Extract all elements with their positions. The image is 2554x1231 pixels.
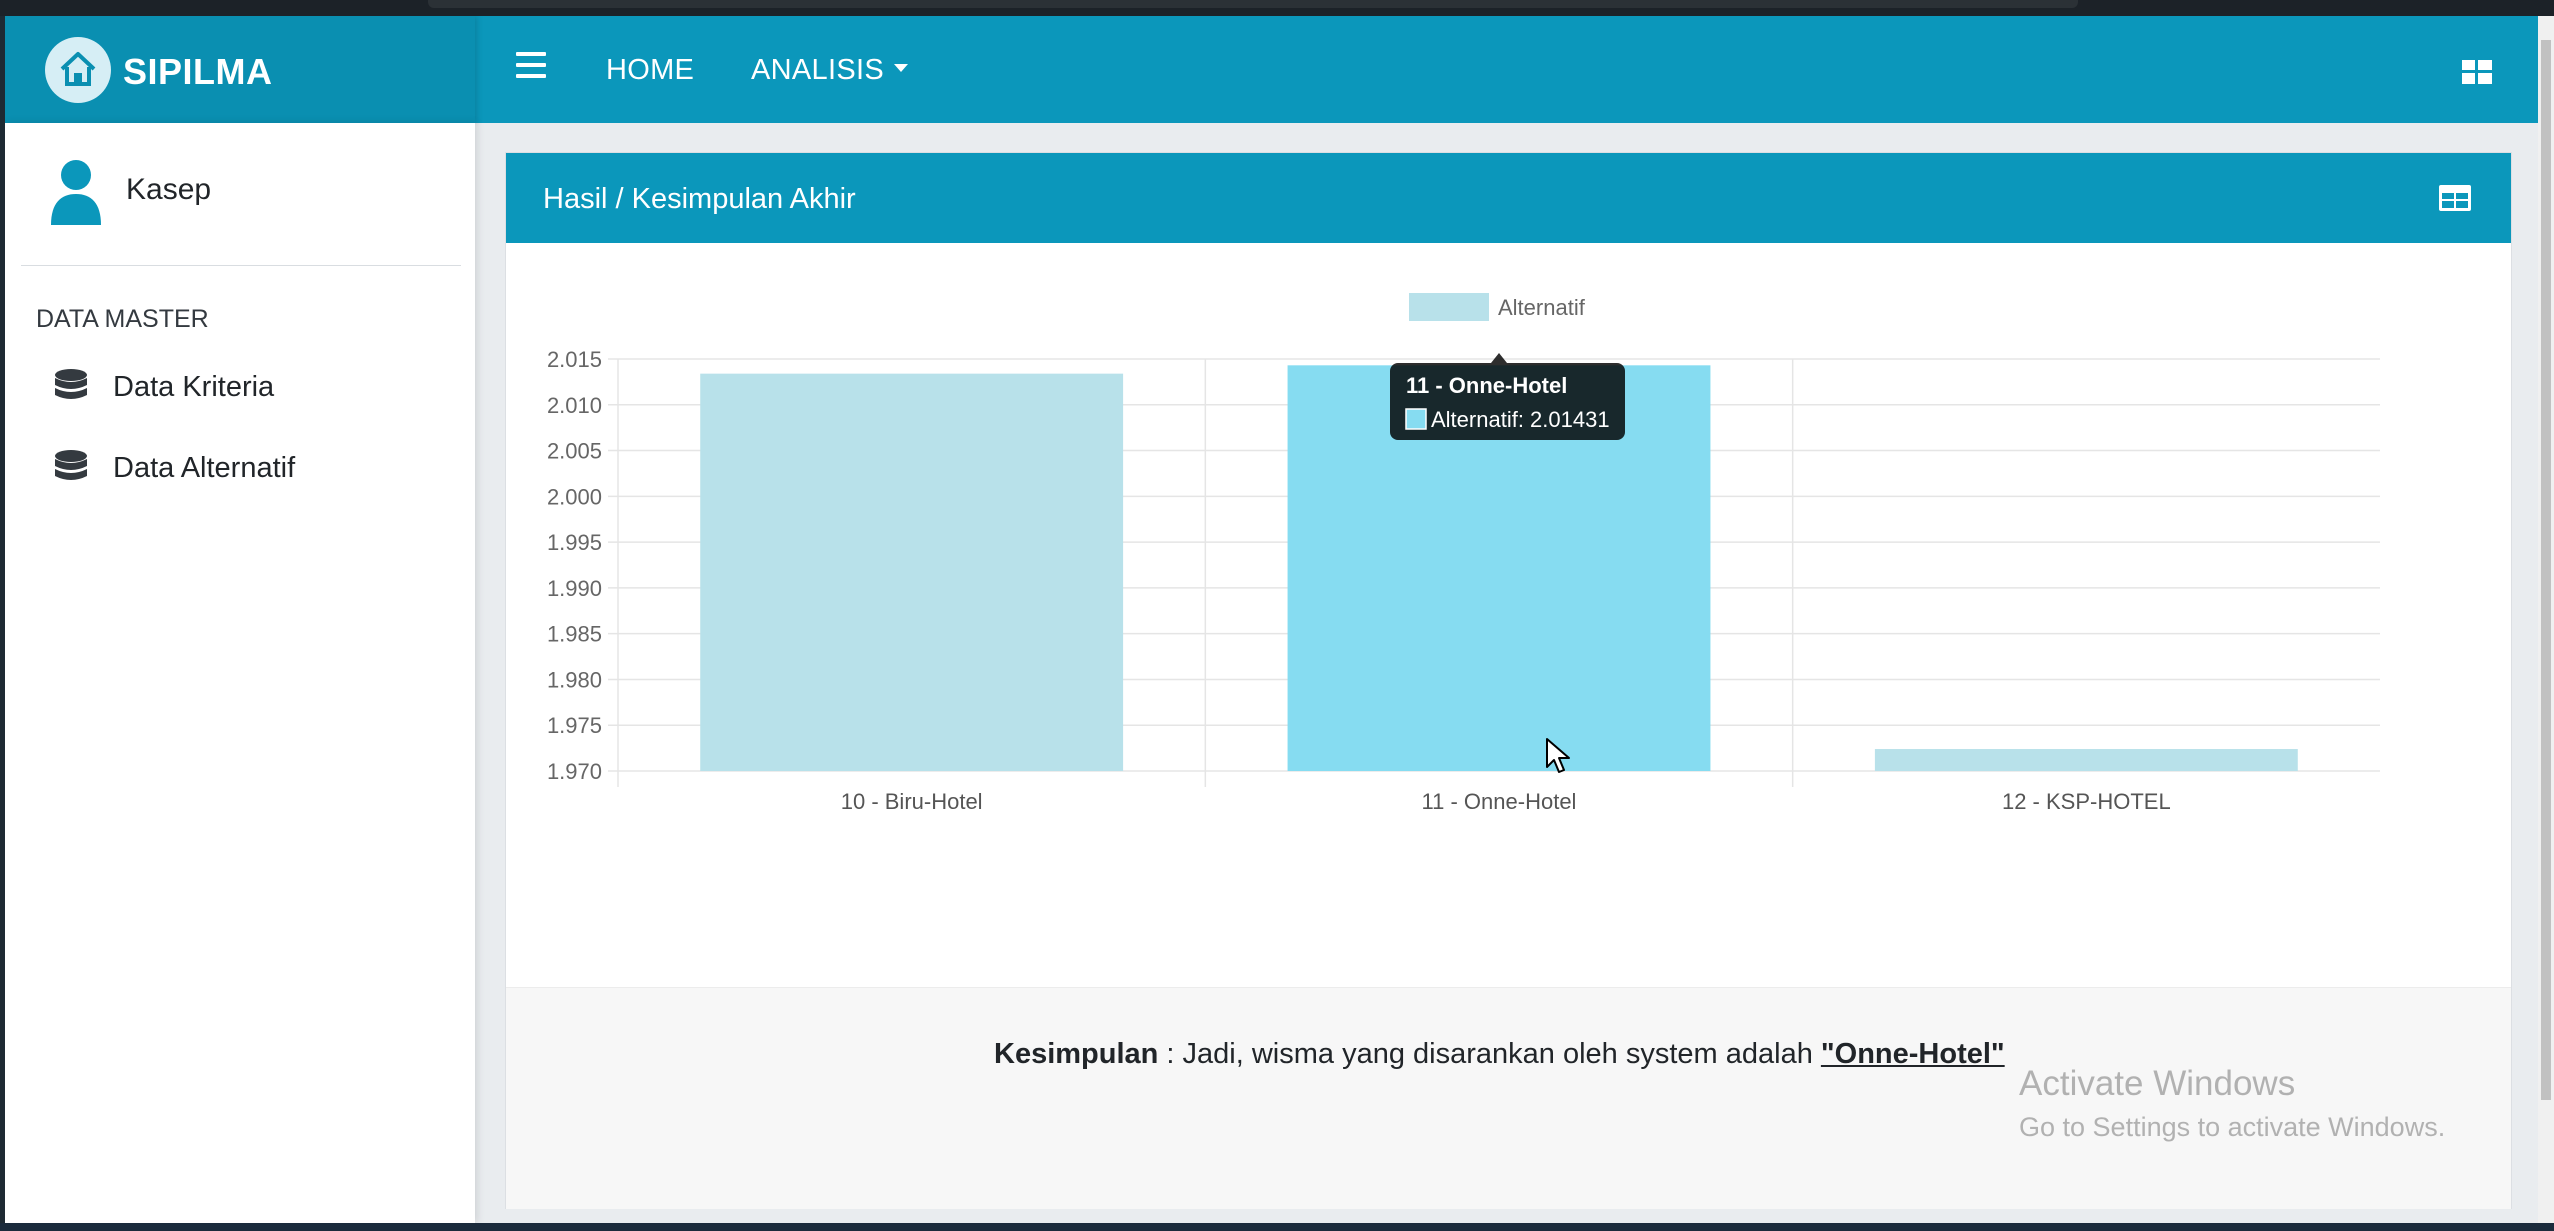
y-tick-label: 1.970 xyxy=(547,759,602,784)
y-tick-label: 2.000 xyxy=(547,484,602,509)
scrollbar-thumb[interactable] xyxy=(2541,40,2551,1100)
tooltip-body: Alternatif: 2.01431 xyxy=(1431,407,1610,432)
taskbar-strip xyxy=(0,1223,2554,1231)
x-tick-label: 11 - Onne-Hotel xyxy=(1422,789,1577,814)
browser-bar xyxy=(428,0,2078,8)
user-name[interactable]: Kasep xyxy=(126,173,211,207)
home-logo-icon xyxy=(45,37,111,103)
legend-label: Alternatif xyxy=(1498,295,1586,320)
sidebar-item-label: Data Kriteria xyxy=(113,371,275,403)
screen-top-strip xyxy=(0,0,2554,16)
legend-swatch xyxy=(1409,293,1489,321)
y-tick-label: 1.975 xyxy=(547,713,602,738)
y-tick-label: 2.015 xyxy=(547,347,602,372)
mouse-cursor-icon xyxy=(1546,738,1570,773)
result-card: Hasil / Kesimpulan Akhir 1.970 1.975 1.980… xyxy=(505,152,2512,1209)
y-tick-label: 2.005 xyxy=(547,439,602,464)
y-tick-label: 2.010 xyxy=(547,393,602,418)
top-navbar: SIPILMA HOME ANALISIS xyxy=(5,16,2538,123)
sidebar-heading: DATA MASTER xyxy=(36,305,209,333)
nav-analisis-dropdown[interactable]: ANALISIS xyxy=(751,54,908,87)
table-icon[interactable] xyxy=(2439,185,2471,211)
watermark-title: Activate Windows xyxy=(2019,1064,2296,1103)
database-icon xyxy=(55,369,87,399)
user-avatar-icon xyxy=(49,159,103,230)
x-tick-label: 10 - Biru-Hotel xyxy=(841,789,983,814)
nav-home-link[interactable]: HOME xyxy=(606,54,694,87)
database-icon xyxy=(55,450,87,480)
x-tick-label: 12 - KSP-HOTEL xyxy=(2002,789,2171,814)
conclusion-label: Kesimpulan xyxy=(994,1038,1159,1070)
conclusion-text: Kesimpulan : Jadi, wisma yang disarankan… xyxy=(994,1038,2005,1071)
tooltip-swatch xyxy=(1405,408,1427,430)
grid-layout-icon[interactable] xyxy=(2462,60,2492,84)
y-tick-label: 1.995 xyxy=(547,530,602,555)
card-title: Hasil / Kesimpulan Akhir xyxy=(543,183,856,215)
tooltip-arrow xyxy=(1491,353,1507,363)
nav-analisis-label: ANALISIS xyxy=(751,54,884,86)
brand[interactable]: SIPILMA xyxy=(5,16,475,123)
conclusion-sentence: : Jadi, wisma yang disarankan oleh syste… xyxy=(1158,1038,1821,1070)
sidebar-divider xyxy=(21,265,461,266)
brand-name: SIPILMA xyxy=(123,51,273,92)
vertical-scrollbar[interactable] xyxy=(2538,16,2554,1223)
card-header: Hasil / Kesimpulan Akhir xyxy=(506,153,2511,243)
conclusion-result: "Onne-Hotel" xyxy=(1820,1038,2005,1070)
caret-down-icon xyxy=(893,64,908,73)
y-tick-label: 1.980 xyxy=(547,667,602,692)
sidebar: Kasep DATA MASTER Data Kriteria Data Alt… xyxy=(5,123,475,1223)
app-window: SIPILMA HOME ANALISIS Kasep DATA MASTER xyxy=(5,16,2538,1223)
bar xyxy=(1874,749,2298,771)
watermark-subtitle: Go to Settings to activate Windows. xyxy=(2019,1112,2446,1142)
bar xyxy=(700,373,1124,771)
tooltip-title: 11 - Onne-Hotel xyxy=(1406,373,1567,398)
y-tick-label: 1.990 xyxy=(547,576,602,601)
windows-activation-watermark: Activate Windows Go to Settings to activ… xyxy=(2019,1064,2445,1143)
menu-toggle-icon[interactable] xyxy=(516,52,546,82)
bar-chart[interactable]: 1.970 1.975 1.980 1.985 1.990 1.995 2.000 2.005… xyxy=(506,243,2511,987)
y-tick-label: 1.985 xyxy=(547,622,602,647)
sidebar-item-label: Data Alternatif xyxy=(113,452,296,484)
